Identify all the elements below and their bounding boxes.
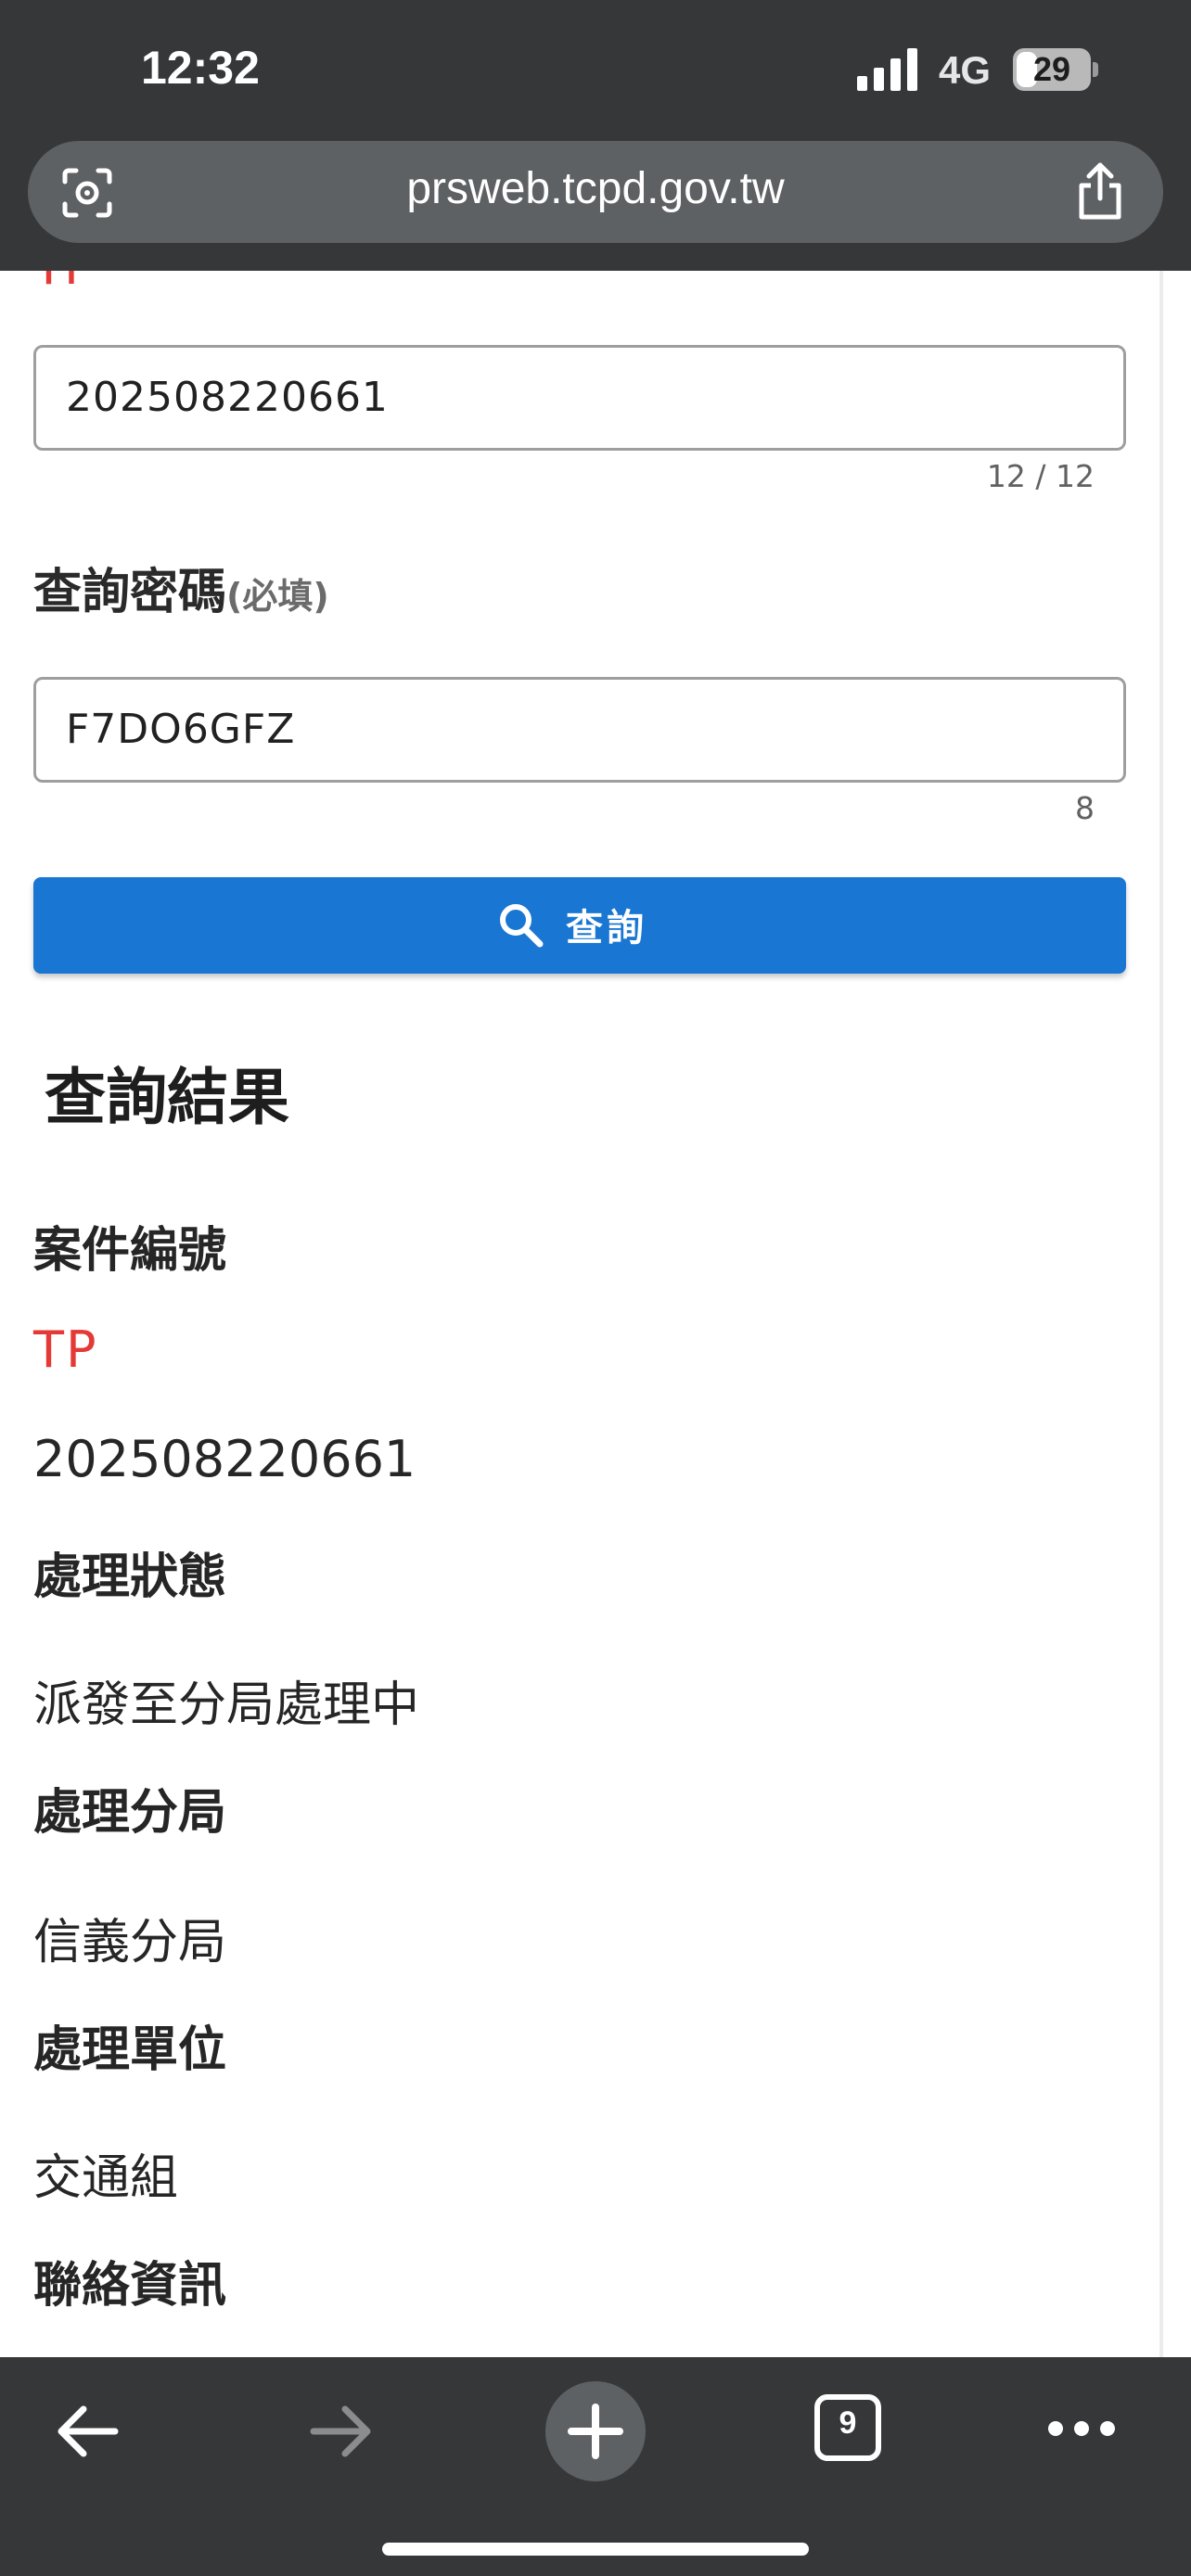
status-time: 12:32 (141, 42, 260, 94)
search-icon (500, 904, 544, 948)
page-content: TP 202508220661 12 / 12 查詢密碼(必填) F7DO6GF… (0, 271, 1191, 2357)
password-field[interactable]: F7DO6GFZ (33, 677, 1126, 783)
battery-icon: 29 (1013, 48, 1098, 91)
case-number-field[interactable]: 202508220661 (33, 345, 1126, 451)
new-tab-button[interactable] (545, 2381, 646, 2481)
browser-bottom-toolbar: 9 (0, 2357, 1191, 2576)
password-label: 查詢密碼(必填) (33, 553, 329, 622)
tab-count: 9 (839, 2405, 857, 2441)
url-text[interactable]: prsweb.tcpd.gov.tw (28, 163, 1163, 214)
required-note: (必填) (226, 576, 329, 617)
precinct-label: 處理分局 (33, 1785, 227, 1841)
more-icon[interactable] (1044, 2405, 1119, 2452)
cell-signal-icon (857, 48, 917, 91)
home-indicator (382, 2543, 809, 2556)
address-bar[interactable]: prsweb.tcpd.gov.tw (28, 141, 1163, 243)
arrow-left-icon[interactable] (52, 2396, 122, 2467)
unit-label: 處理單位 (33, 2022, 227, 2078)
unit-value: 交通組 (33, 2150, 179, 2206)
case-number-value: 202508220661 (33, 1430, 416, 1488)
query-button-label[interactable]: 查詢 (566, 898, 647, 951)
share-icon[interactable] (1072, 161, 1128, 223)
precinct-value: 信義分局 (33, 1915, 227, 1970)
password-counter: 8 (1075, 790, 1095, 826)
case-prefix: TP (33, 1320, 98, 1379)
status-value: 派發至分局處理中 (33, 1677, 420, 1733)
network-type: 4G (939, 48, 992, 92)
tab-switcher-button[interactable]: 9 (814, 2394, 881, 2461)
query-button[interactable]: 查詢 (33, 877, 1126, 974)
password-input-value[interactable]: F7DO6GFZ (66, 706, 295, 753)
scroll-edge (1159, 271, 1163, 2357)
status-indicators: 4G 29 (853, 46, 1132, 95)
browser-top-bar: 12:32 4G 29 prsweb.tcpd.gov.tw (0, 0, 1191, 271)
case-number-counter: 12 / 12 (986, 458, 1095, 494)
status-label: 處理狀態 (33, 1549, 227, 1605)
case-prefix-partial: TP (33, 271, 95, 296)
arrow-right-icon[interactable] (306, 2396, 377, 2467)
case-number-label: 案件編號 (33, 1223, 227, 1279)
password-label-text: 查詢密碼 (33, 565, 227, 620)
result-title: 查詢結果 (45, 1062, 289, 1133)
contact-label: 聯絡資訊 (33, 2258, 227, 2314)
battery-level: 29 (1032, 50, 1071, 88)
plus-icon (568, 2404, 623, 2459)
case-number-input-value[interactable]: 202508220661 (66, 374, 389, 421)
